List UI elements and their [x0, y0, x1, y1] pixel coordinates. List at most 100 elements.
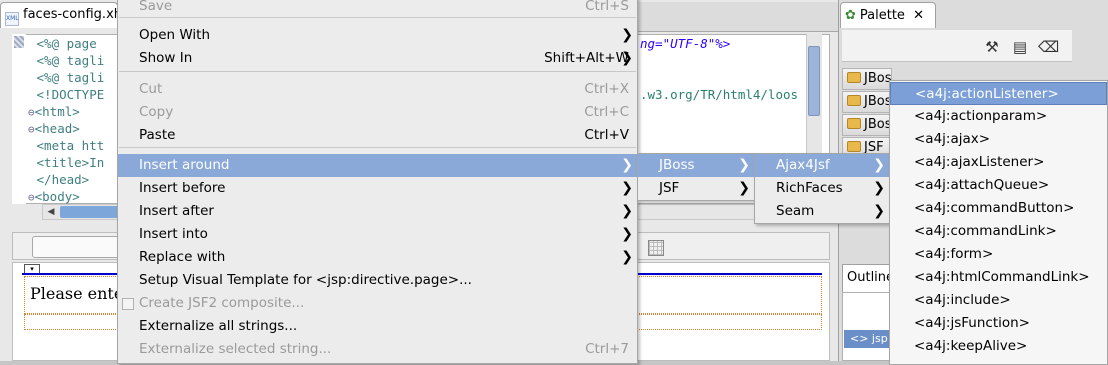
menu-item-a4j-commandbutton[interactable]: <a4j:commandButton>	[890, 197, 1107, 220]
code-line: <title>In	[28, 154, 105, 171]
fold-toggle-icon[interactable]: ⊖	[28, 191, 35, 204]
outline-tab[interactable]: Outline	[842, 264, 890, 292]
menu-item-shortcut: Ctrl+7	[585, 341, 629, 357]
menu-item-insert-around[interactable]: Insert around ❯	[118, 154, 637, 177]
palette-group[interactable]: JBoss Ajax4Jsf	[842, 68, 892, 90]
menu-item-a4j-commandlink[interactable]: <a4j:commandLink>	[890, 220, 1107, 243]
menu-item-label: Ajax4Jsf	[776, 157, 830, 173]
menu-item-copy: Copy Ctrl+C	[118, 101, 637, 124]
menu-item-shortcut: Ctrl+V	[584, 127, 629, 143]
scroll-left-arrow-icon[interactable]: ◀	[44, 206, 58, 218]
outline-selected-item[interactable]: <> jsp	[844, 330, 890, 348]
submenu-arrow-icon: ❯	[621, 203, 633, 219]
palette-tab[interactable]: ✿ Palette ✕	[840, 2, 936, 28]
code-text: </head>	[36, 172, 90, 187]
menu-item-label: Externalize selected string...	[139, 341, 332, 357]
menu-item-insert-after[interactable]: Insert after ❯	[118, 200, 637, 223]
menu-item-label: <a4j:include>	[914, 292, 1011, 308]
code-fragment-encoding: ng="UTF-8"%>	[640, 36, 731, 51]
menu-item-seam[interactable]: Seam ❯	[755, 200, 889, 223]
palette-group[interactable]: JBoss	[842, 114, 892, 136]
menu-item-label: JBoss	[659, 157, 695, 173]
submenu-arrow-icon: ❯	[621, 249, 633, 265]
code-ruler	[12, 34, 26, 204]
menu-item-label: <a4j:attachQueue>	[914, 177, 1050, 193]
menu-item-a4j-form[interactable]: <a4j:form>	[890, 243, 1107, 266]
menu-item-label: Insert before	[139, 180, 226, 196]
palette-icon: ✿	[845, 8, 856, 23]
eraser-icon[interactable]: ⌫	[1038, 38, 1059, 56]
menu-item-a4j-actionparam[interactable]: <a4j:actionparam>	[890, 105, 1107, 128]
menu-item-paste[interactable]: Paste Ctrl+V	[118, 124, 637, 147]
menu-item-setup-visual-template-for-jsp-directive-page[interactable]: Setup Visual Template for <jsp:directive…	[118, 269, 637, 292]
menu-item-label: Insert around	[139, 157, 230, 173]
outline-view	[842, 292, 890, 361]
menu-item-label: Save	[139, 0, 173, 14]
menu-item-a4j-include[interactable]: <a4j:include>	[890, 289, 1107, 312]
menu-item-label: <a4j:actionparam>	[914, 108, 1048, 124]
menu-item-a4j-htmlcommandlink[interactable]: <a4j:htmlCommandLink>	[890, 266, 1107, 289]
menu-item-label: <a4j:commandLink>	[914, 223, 1057, 239]
outline-tab-title: Outline	[847, 270, 890, 285]
menu-item-label: Create JSF2 composite...	[139, 295, 305, 311]
menu-item-open-with[interactable]: Open With ❯	[118, 24, 637, 47]
menu-item-insert-before[interactable]: Insert before ❯	[118, 177, 637, 200]
menu-item-cut: Cut Ctrl+X	[118, 78, 637, 101]
palette-group-label: JBoss Ajax4Jsf	[864, 71, 892, 86]
submenu-arrow-icon: ❯	[621, 50, 633, 66]
menu-item-richfaces[interactable]: RichFaces ❯	[755, 177, 889, 200]
menu-item-ajax4jsf[interactable]: Ajax4Jsf ❯	[755, 154, 889, 177]
grid-icon[interactable]	[648, 240, 664, 256]
menu-item-shortcut: Shift+Alt+W	[544, 50, 629, 66]
code-text: <body>	[34, 189, 80, 204]
palette-group[interactable]: JBoss	[842, 91, 892, 113]
code-text: <html>	[34, 104, 80, 119]
menu-item-a4j-attachqueue[interactable]: <a4j:attachQueue>	[890, 174, 1107, 197]
insert-around-submenu: JBoss ❯ JSF ❯	[637, 153, 755, 201]
menu-item-label: <a4j:commandButton>	[914, 200, 1075, 216]
fold-toggle-icon[interactable]: ⊖	[28, 106, 35, 119]
code-text: <%@ page	[36, 36, 97, 51]
menu-item-insert-into[interactable]: Insert into ❯	[118, 223, 637, 246]
submenu-arrow-icon: ❯	[738, 180, 750, 196]
calculator-icon[interactable]: ▤	[1010, 38, 1030, 56]
menu-item-label: Replace with	[139, 249, 226, 265]
menu-item-save: Save Ctrl+S	[118, 0, 637, 18]
menu-item-jboss[interactable]: JBoss ❯	[638, 154, 754, 177]
menu-item-a4j-ajaxlistener[interactable]: <a4j:ajaxListener>	[890, 151, 1107, 174]
menu-item-label: <a4j:htmlCommandLink>	[914, 269, 1090, 285]
menu-item-label: Cut	[139, 81, 163, 97]
code-text: <%@ tagli	[36, 70, 105, 85]
tools-icon[interactable]: ⚒	[982, 38, 1002, 56]
palette-group-label: JBoss	[864, 117, 891, 132]
menu-item-create-jsf2-composite: Create JSF2 composite...	[118, 292, 637, 315]
menu-item-a4j-actionlistener[interactable]: <a4j:actionListener>	[890, 82, 1107, 105]
code-line: <%@ tagli	[28, 52, 105, 69]
menu-item-replace-with[interactable]: Replace with ❯	[118, 246, 637, 269]
menu-item-label: Copy	[139, 104, 174, 120]
menu-separator	[119, 71, 636, 72]
menu-item-a4j-jsfunction[interactable]: <a4j:jsFunction>	[890, 312, 1107, 335]
menu-item-a4j-ajax[interactable]: <a4j:ajax>	[890, 128, 1107, 151]
menu-item-a4j-keepalive[interactable]: <a4j:keepAlive>	[890, 335, 1107, 358]
editor-tab[interactable]: XML faces-config.xhtml	[0, 2, 118, 28]
fold-toggle-icon[interactable]: ⊖	[28, 123, 35, 136]
submenu-arrow-icon: ❯	[873, 180, 885, 196]
vertical-scrollbar-thumb[interactable]	[808, 46, 820, 116]
code-line: ⊖<body>	[28, 188, 80, 205]
menu-item-externalize-all-strings[interactable]: Externalize all strings...	[118, 315, 637, 338]
menu-item-show-in[interactable]: Show In Shift+Alt+W ❯	[118, 47, 637, 70]
folder-icon	[847, 141, 861, 152]
xhtml-file-icon: XML	[5, 12, 19, 26]
editor-tab-strip	[638, 2, 838, 32]
code-text: <title>In	[36, 155, 105, 170]
menu-item-label: <a4j:jsFunction>	[914, 315, 1030, 331]
menu-item-jsf[interactable]: JSF ❯	[638, 177, 754, 200]
close-icon[interactable]: ✕	[913, 8, 924, 23]
